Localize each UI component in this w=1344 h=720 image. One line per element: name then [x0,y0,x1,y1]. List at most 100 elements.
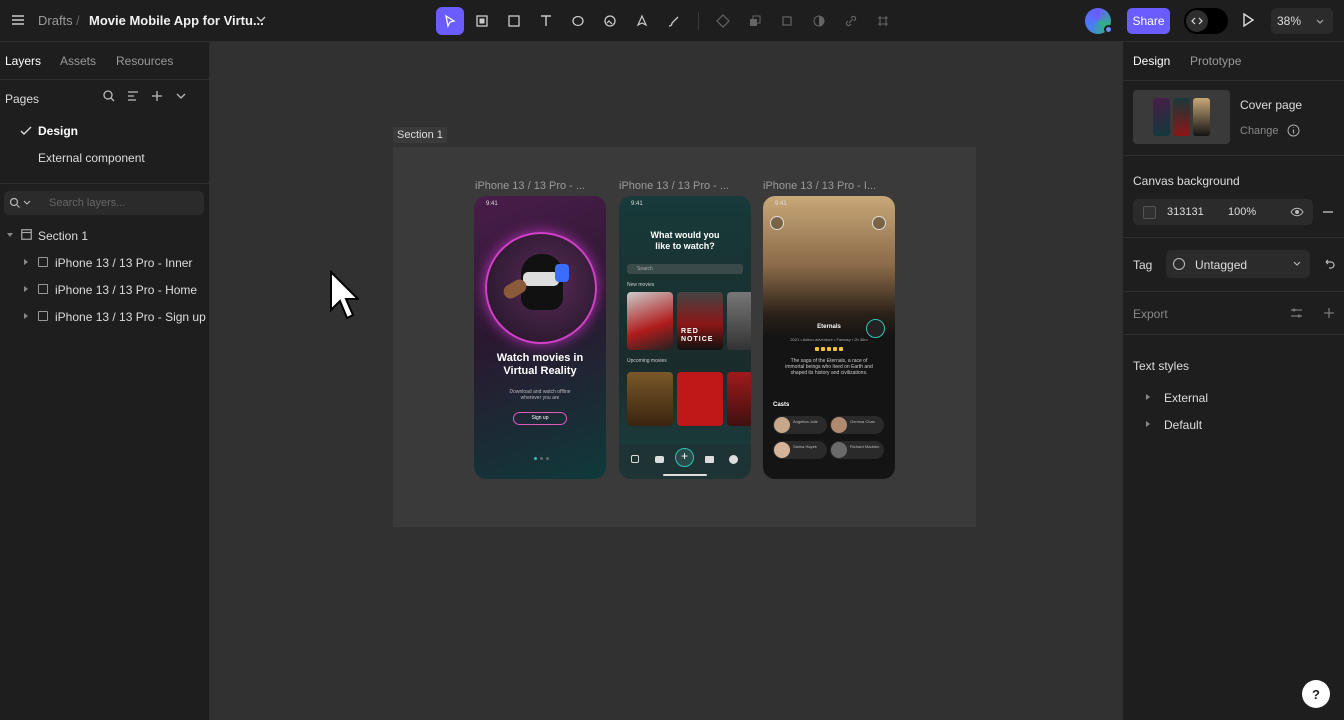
cover-change-link[interactable]: Change [1240,125,1279,137]
expand-caret-icon[interactable] [1146,394,1150,400]
upcoming-heading: Upcoming movies [627,358,667,364]
export-settings-icon[interactable] [1290,307,1303,319]
breadcrumb-drafts[interactable]: Drafts [38,13,73,28]
path-tool[interactable] [628,7,656,35]
chevron-down-icon [1293,261,1301,266]
page-design[interactable]: Design [38,124,78,138]
ellipse-tool[interactable] [564,7,592,35]
poster-upcoming-3[interactable] [727,372,751,426]
tab-layers[interactable]: Layers [5,54,41,68]
undo-icon[interactable] [1323,258,1335,270]
tab-resources[interactable]: Resources [116,54,173,68]
frame-label-inner[interactable]: iPhone 13 / 13 Pro - I... [763,180,889,192]
frame-icon [878,16,888,26]
video-icon[interactable] [655,456,664,463]
poster-red-notice[interactable]: RED NOTICE [677,292,723,350]
collapse-icon[interactable] [174,89,188,103]
info-icon[interactable] [1287,124,1300,137]
cast-chip[interactable]: Gemma Chan [830,416,884,434]
text-style-external[interactable]: External [1164,391,1208,405]
cast-chip[interactable]: Richard Madden [830,441,884,459]
canvas-bg-hex[interactable]: 313131 [1167,206,1204,218]
brush-icon [668,16,679,27]
group-tool[interactable] [741,7,769,35]
canvas-background-field[interactable]: 313131 100% [1133,199,1313,225]
poster-spiderman[interactable] [627,292,673,350]
expand-caret-icon[interactable] [24,313,28,319]
color-swatch[interactable] [1143,206,1156,219]
zoom-dropdown[interactable]: 38% [1271,8,1333,34]
tab-design[interactable]: Design [1133,54,1170,68]
menu-icon[interactable] [10,12,26,28]
share-button[interactable]: Share [1127,8,1170,34]
search-icon[interactable] [102,89,116,103]
phone-home[interactable]: 9:41 What would you like to watch? Searc… [619,196,751,479]
left-sidebar: Layers Assets Resources Pages Design Ext… [0,42,210,720]
chevron-down-icon[interactable] [254,12,268,26]
cover-page-title: Cover page [1240,98,1303,112]
project-title[interactable]: Movie Mobile App for Virtu... [89,13,264,28]
page-external-component[interactable]: External component [38,151,145,165]
remove-icon[interactable] [1322,206,1334,218]
sort-icon[interactable] [126,89,140,103]
link-tool[interactable] [837,7,865,35]
expand-caret-icon[interactable] [7,233,13,237]
component-icon [716,14,730,28]
board-icon [38,284,48,294]
cast-chip[interactable]: Salma Hayek [773,441,827,459]
add-export-icon[interactable] [1323,307,1335,319]
move-tool[interactable] [436,7,464,35]
vr-hero-circle [485,232,597,344]
curve-tool[interactable] [660,7,688,35]
frame-label-signup[interactable]: iPhone 13 / 13 Pro - ... [475,180,601,192]
folder-icon[interactable] [705,456,714,463]
home-search-field[interactable]: Search [627,264,743,274]
dev-mode-toggle[interactable] [1184,8,1228,34]
expand-caret-icon[interactable] [24,286,28,292]
mask-tool[interactable] [773,7,801,35]
movie-description: The saga of the Eternals, a race of immo… [785,358,873,376]
frame-label-home[interactable]: iPhone 13 / 13 Pro - ... [619,180,745,192]
flatten-tool[interactable] [869,7,897,35]
phone-inner[interactable]: 9:41 Eternals 2021 • Action-adventure • … [763,196,895,479]
tab-assets[interactable]: Assets [60,54,96,68]
play-icon[interactable] [1240,12,1256,28]
expand-caret-icon[interactable] [1146,421,1150,427]
image-tool[interactable] [596,7,624,35]
add-icon[interactable]: + [675,448,694,467]
expand-caret-icon[interactable] [24,259,28,265]
contrast-tool[interactable] [805,7,833,35]
poster-red[interactable] [677,372,723,426]
signup-subtext: Download and watch offline wherever you … [509,389,571,401]
add-page-icon[interactable] [150,89,164,103]
poster-tomb-raider[interactable] [727,292,751,350]
back-icon[interactable] [770,216,784,230]
text-style-default[interactable]: Default [1164,418,1202,432]
board-icon [38,311,48,321]
cast-name: Gemma Chan [850,419,875,424]
eye-icon[interactable] [1290,206,1304,218]
menu-icon[interactable] [872,216,886,230]
info-icon[interactable] [729,455,738,464]
rectangle-tool[interactable] [500,7,528,35]
tab-prototype[interactable]: Prototype [1190,54,1241,68]
bottom-nav: + [619,444,751,479]
component-tool[interactable] [709,7,737,35]
cover-thumbnail[interactable] [1133,90,1230,144]
canvas-bg-opacity[interactable]: 100% [1228,206,1256,218]
home-icon[interactable] [631,455,639,463]
vr-headset [523,272,559,286]
signup-button[interactable]: Sign up [513,412,567,425]
poster-black-adam[interactable] [627,372,673,426]
text-tool[interactable] [532,7,560,35]
text-styles-title: Text styles [1133,359,1190,373]
section-label[interactable]: Section 1 [393,127,447,143]
status-time: 9:41 [631,201,643,207]
cast-chip[interactable]: Angelina Jolie [773,416,827,434]
help-button[interactable]: ? [1302,680,1330,708]
cast-avatar [831,417,847,433]
phone-signup[interactable]: 9:41 Watch movies in Virtual Reality Dow… [474,196,606,479]
board-tool[interactable] [468,7,496,35]
layer-search-input[interactable]: Search layers... [4,191,204,215]
tag-dropdown[interactable]: Untagged [1166,250,1310,278]
